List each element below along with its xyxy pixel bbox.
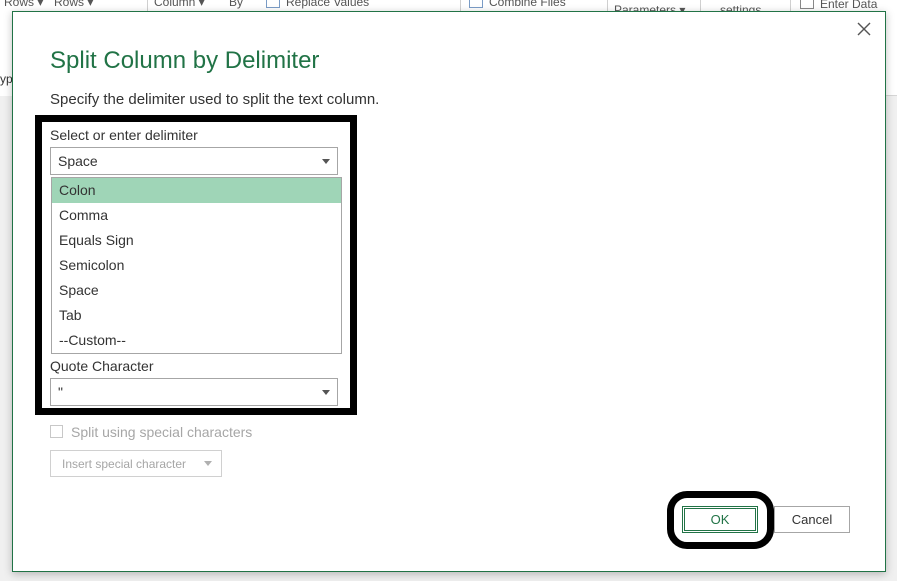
special-characters-checkbox[interactable]	[50, 425, 63, 438]
replace-values-icon	[266, 0, 280, 8]
annotation-highlight-box	[35, 115, 357, 415]
insert-special-character-button[interactable]: Insert special character	[50, 450, 222, 477]
ribbon-item-by[interactable]: By	[229, 0, 243, 9]
enter-data-icon	[800, 0, 814, 9]
combine-files-icon	[469, 0, 483, 8]
insert-special-character-label: Insert special character	[62, 457, 187, 471]
split-column-dialog: Split Column by Delimiter Specify the de…	[12, 11, 886, 572]
special-characters-label: Split using special characters	[71, 424, 253, 440]
cancel-button[interactable]: Cancel	[774, 506, 850, 533]
close-icon[interactable]	[853, 18, 875, 40]
ribbon-item-column[interactable]: Column ▾	[154, 0, 205, 9]
dialog-title: Split Column by Delimiter	[50, 47, 320, 74]
ribbon-item-enter-data[interactable]: Enter Data	[820, 0, 877, 11]
ok-button[interactable]: OK	[682, 506, 758, 533]
ribbon-item-replace-values[interactable]: Replace Values	[286, 0, 369, 9]
ribbon-item-rows-2[interactable]: Rows ▾	[54, 0, 93, 9]
ribbon-item-rows-1[interactable]: Rows ▾	[4, 0, 43, 9]
chevron-down-icon	[204, 461, 212, 466]
ribbon-item-combine-files[interactable]: Combine Files	[489, 0, 566, 9]
left-fragment-text: yp	[0, 72, 13, 86]
dialog-subtitle: Specify the delimiter used to split the …	[50, 91, 380, 108]
